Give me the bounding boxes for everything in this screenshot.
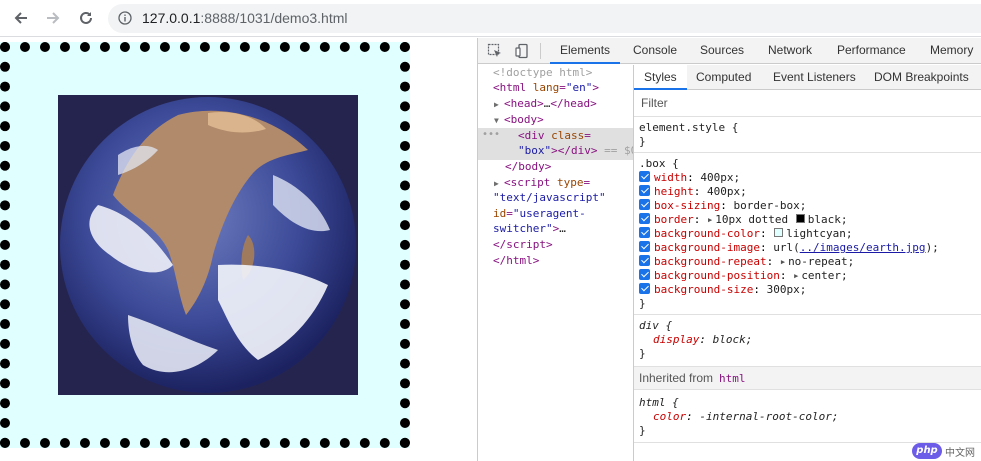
dom-script-id-cont[interactable]: switcher">… bbox=[493, 221, 566, 237]
address-bar[interactable]: 127.0.0.1:8888/1031/demo3.html bbox=[108, 4, 981, 33]
back-arrow-icon bbox=[14, 12, 27, 24]
expand-arrow-icon[interactable]: ▶ bbox=[794, 269, 798, 283]
site-watermark: php 中文网 bbox=[912, 443, 975, 459]
checkbox-icon[interactable] bbox=[639, 199, 650, 210]
dom-body-open[interactable]: ▼ <body> bbox=[494, 112, 544, 129]
earth-image bbox=[58, 95, 358, 395]
div-rule-close: } bbox=[639, 347, 646, 360]
back-button[interactable] bbox=[10, 7, 32, 29]
image-url-link[interactable]: ../images/earth.jpg bbox=[800, 241, 926, 254]
expand-arrow-icon[interactable]: ▶ bbox=[781, 255, 785, 269]
dom-head[interactable]: ▶ <head>…</head> bbox=[494, 96, 597, 113]
dom-div-box-cont[interactable]: "box"></div> == $0 bbox=[518, 143, 633, 159]
prop-background-image[interactable]: background-image: url(../images/earth.jp… bbox=[639, 241, 939, 255]
page-viewport bbox=[0, 38, 477, 461]
dom-script-id[interactable]: id="useragent- bbox=[493, 206, 586, 222]
checkbox-icon[interactable] bbox=[639, 213, 650, 224]
styles-filter-input[interactable]: Filter bbox=[634, 90, 981, 117]
color-swatch[interactable] bbox=[774, 228, 784, 237]
dom-div-box[interactable]: <div class= bbox=[518, 128, 591, 144]
devtools-panel: Elements Console Sources Network Perform… bbox=[477, 38, 981, 461]
watermark-text: 中文网 bbox=[945, 447, 975, 459]
element-style-close: } bbox=[639, 135, 646, 148]
forward-arrow-icon bbox=[47, 12, 60, 24]
tab-console[interactable]: Console bbox=[633, 38, 677, 64]
prop-display[interactable]: display: block; bbox=[653, 333, 752, 347]
styles-sidebar: Styles Computed Event Listeners DOM Brea… bbox=[633, 65, 981, 461]
box-rule-close: } bbox=[639, 297, 646, 310]
forward-button[interactable] bbox=[42, 7, 64, 29]
inherited-from-link[interactable]: html bbox=[719, 372, 746, 385]
device-toolbar-icon[interactable] bbox=[514, 43, 530, 59]
filter-placeholder: Filter bbox=[641, 96, 668, 110]
checkbox-icon[interactable] bbox=[639, 283, 650, 294]
reload-icon bbox=[80, 11, 92, 24]
devtools-separator bbox=[540, 43, 541, 59]
inherited-label: Inherited from bbox=[639, 371, 714, 385]
url-text: 127.0.0.1:8888/1031/demo3.html bbox=[142, 10, 348, 26]
checkbox-icon[interactable] bbox=[639, 255, 650, 266]
rule-divider bbox=[634, 314, 981, 315]
dom-script-close[interactable]: </script> bbox=[493, 237, 553, 253]
dom-html-open[interactable]: <html lang="en"> bbox=[493, 80, 599, 96]
tab-event-listeners[interactable]: Event Listeners bbox=[773, 65, 856, 90]
div-rule-selector[interactable]: div { bbox=[639, 319, 672, 333]
more-options-icon[interactable]: ••• bbox=[482, 127, 500, 143]
devtools-tab-bar: Elements Console Sources Network Perform… bbox=[478, 38, 981, 64]
prop-color[interactable]: color: -internal-root-color; bbox=[653, 410, 838, 424]
inspect-element-icon[interactable] bbox=[487, 43, 503, 59]
prop-border[interactable]: border: ▶ 10px dotted black; bbox=[639, 213, 847, 227]
prop-background-position[interactable]: background-position: ▶ center; bbox=[639, 269, 848, 283]
tab-styles[interactable]: Styles bbox=[634, 65, 687, 90]
tab-computed[interactable]: Computed bbox=[696, 65, 751, 90]
prop-background-size[interactable]: background-size: 300px; bbox=[639, 283, 806, 297]
inherited-from-header: Inherited from html bbox=[634, 366, 981, 390]
dom-html-close[interactable]: </html> bbox=[493, 253, 539, 269]
tab-dom-breakpoints[interactable]: DOM Breakpoints bbox=[874, 65, 969, 90]
tab-sources[interactable]: Sources bbox=[700, 38, 744, 64]
tab-elements[interactable]: Elements bbox=[550, 38, 621, 64]
tab-memory[interactable]: Memory bbox=[930, 38, 973, 64]
element-style-selector[interactable]: element.style { bbox=[639, 121, 738, 135]
php-logo-icon: php bbox=[912, 443, 942, 459]
box-rule-selector[interactable]: .box { bbox=[639, 157, 679, 171]
checkbox-icon[interactable] bbox=[639, 241, 650, 252]
checkbox-icon[interactable] bbox=[639, 171, 650, 182]
dom-script-type-val[interactable]: "text/javascript" bbox=[493, 190, 606, 206]
prop-width[interactable]: width: 400px; bbox=[639, 171, 740, 185]
dom-body-close[interactable]: </body> bbox=[505, 159, 551, 175]
prop-background-color[interactable]: background-color: lightcyan; bbox=[639, 227, 852, 241]
info-icon[interactable] bbox=[118, 11, 132, 25]
tab-performance[interactable]: Performance bbox=[837, 38, 906, 64]
prop-background-repeat[interactable]: background-repeat: ▶ no-repeat; bbox=[639, 255, 854, 269]
checkbox-icon[interactable] bbox=[639, 185, 650, 196]
prop-box-sizing[interactable]: box-sizing: border-box; bbox=[639, 199, 806, 213]
html-rule-selector[interactable]: html { bbox=[639, 396, 679, 410]
dom-tree: <!doctype html> <html lang="en"> ▶ <head>… bbox=[478, 65, 633, 461]
color-swatch[interactable] bbox=[795, 214, 805, 223]
html-rule-close: } bbox=[639, 424, 646, 437]
expand-triangle-icon[interactable]: ▶ bbox=[494, 97, 504, 113]
dom-doctype[interactable]: <!doctype html> bbox=[493, 65, 592, 81]
checkbox-icon[interactable] bbox=[639, 227, 650, 238]
styles-tab-bar: Styles Computed Event Listeners DOM Brea… bbox=[634, 65, 981, 90]
checkbox-icon[interactable] bbox=[639, 269, 650, 280]
tab-network[interactable]: Network bbox=[768, 38, 812, 64]
prop-height[interactable]: height: 400px; bbox=[639, 185, 747, 199]
browser-toolbar: 127.0.0.1:8888/1031/demo3.html bbox=[0, 0, 981, 37]
expand-arrow-icon[interactable]: ▶ bbox=[708, 213, 712, 227]
rule-divider bbox=[634, 152, 981, 153]
reload-button[interactable] bbox=[75, 7, 97, 29]
